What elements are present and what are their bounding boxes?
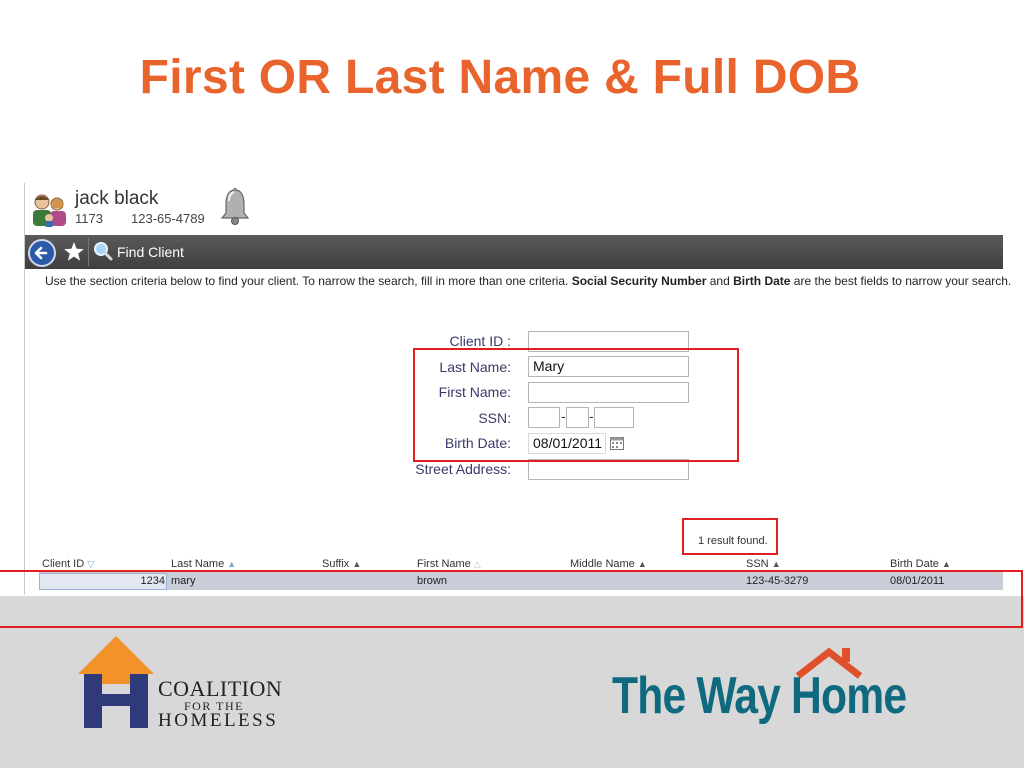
client-name: jack black <box>75 188 159 209</box>
col-header-last-name[interactable]: Last Name ▲ <box>171 558 236 570</box>
the-way-home-text: The Way Home <box>612 667 907 725</box>
the-way-home-logo: The Way Home <box>612 646 942 736</box>
highlight-result-row <box>0 570 1023 628</box>
coalition-house-icon <box>78 636 154 728</box>
highlight-result-count <box>682 518 778 555</box>
back-button[interactable] <box>28 239 56 267</box>
street-address-label: Street Address: <box>415 461 511 477</box>
client-id-label: Client ID : <box>449 333 511 349</box>
sort-asc-icon: ▲ <box>941 559 951 569</box>
sort-asc-icon: ▲ <box>227 559 237 569</box>
search-instructions: Use the section criteria below to find y… <box>45 274 1012 288</box>
star-icon[interactable] <box>61 239 87 265</box>
street-address-input[interactable] <box>528 459 689 480</box>
coalition-logo: COALITION FOR THE HOMELESS <box>76 634 286 731</box>
nav-title: Find Client <box>117 244 184 260</box>
sort-asc-icon: ▲ <box>771 559 781 569</box>
nav-bar: Find Client <box>25 235 1003 269</box>
family-avatar-icon <box>33 194 66 227</box>
client-ssn: 123-65-4789 <box>131 211 205 226</box>
slide-title: First OR Last Name & Full DOB <box>139 51 861 104</box>
col-header-ssn[interactable]: SSN ▲ <box>746 558 781 570</box>
col-header-middle-name[interactable]: Middle Name ▲ <box>570 558 647 570</box>
arrow-left-icon <box>34 246 48 260</box>
col-header-suffix[interactable]: Suffix ▲ <box>322 558 361 570</box>
nav-separator <box>88 238 89 266</box>
client-header: jack black 1173 123-65-4789 <box>25 183 1003 236</box>
magnifier-icon <box>94 242 113 261</box>
sort-asc-icon: ▲ <box>637 559 647 569</box>
client-id: 1173 <box>75 211 103 226</box>
col-header-birth-date[interactable]: Birth Date ▲ <box>890 558 951 570</box>
sort-desc-icon: ▽ <box>87 559 95 569</box>
sort-asc-icon: ▲ <box>352 559 362 569</box>
sort-asc-icon: △ <box>473 559 481 569</box>
col-header-first-name[interactable]: First Name △ <box>417 558 481 570</box>
coalition-line3: HOMELESS <box>158 710 279 731</box>
bell-icon[interactable] <box>219 187 251 227</box>
highlight-name-dob-fields <box>413 348 739 462</box>
col-header-client-id[interactable]: Client ID ▽ <box>42 558 94 570</box>
